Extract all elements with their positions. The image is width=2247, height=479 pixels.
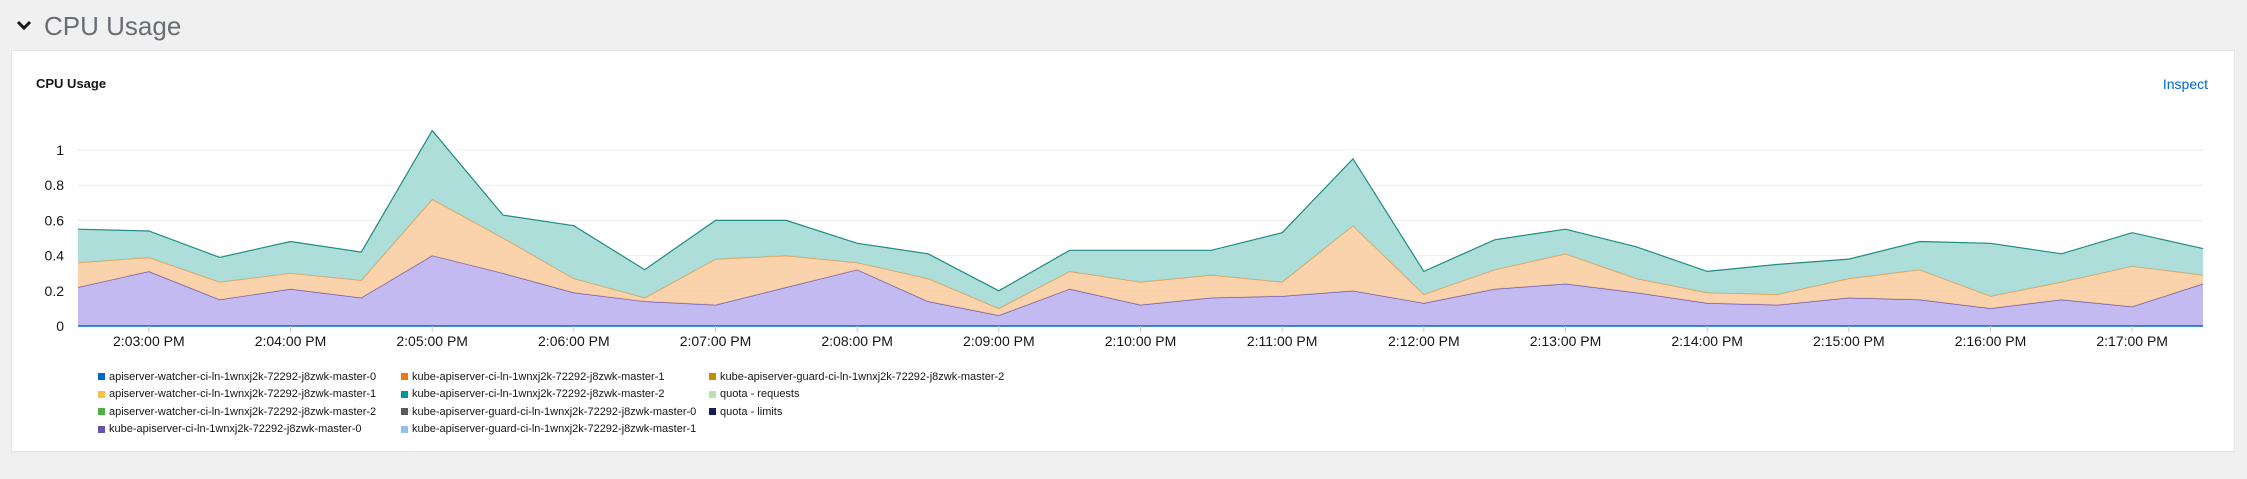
legend-swatch — [709, 373, 716, 381]
legend-label: kube-apiserver-guard-ci-ln-1wnxj2k-72292… — [412, 423, 697, 436]
legend-swatch — [401, 373, 408, 381]
y-tick-label: 0 — [56, 318, 64, 334]
legend-item[interactable]: apiserver-watcher-ci-ln-1wnxj2k-72292-j8… — [98, 403, 401, 421]
legend-label: quota - limits — [720, 405, 783, 418]
y-tick-label: 1 — [56, 142, 64, 158]
legend-item[interactable]: kube-apiserver-guard-ci-ln-1wnxj2k-72292… — [709, 368, 1129, 386]
legend-swatch — [401, 390, 408, 398]
x-tick-label: 2:12:00 PM — [1388, 333, 1460, 349]
legend-label: kube-apiserver-ci-ln-1wnxj2k-72292-j8zwk… — [412, 388, 665, 401]
section-title: CPU Usage — [44, 10, 182, 41]
legend-item[interactable]: apiserver-watcher-ci-ln-1wnxj2k-72292-j8… — [98, 368, 401, 386]
legend-label: kube-apiserver-ci-ln-1wnxj2k-72292-j8zwk… — [109, 423, 362, 436]
legend-item[interactable]: kube-apiserver-ci-ln-1wnxj2k-72292-j8zwk… — [401, 386, 709, 404]
x-tick-label: 2:06:00 PM — [538, 333, 610, 349]
section-header[interactable]: CPU Usage — [14, 8, 181, 44]
legend-item[interactable]: quota - requests — [709, 386, 1129, 404]
y-tick-label: 0.2 — [45, 283, 65, 299]
chevron-down-icon[interactable] — [14, 16, 34, 36]
cpu-usage-chart: 0 0.2 0.4 0.6 0.8 1 2:03:00 PM 2:04:00 PM 2:05:0… — [45, 129, 2204, 349]
x-tick-label: 2:10:00 PM — [1105, 333, 1177, 349]
legend-label: apiserver-watcher-ci-ln-1wnxj2k-72292-j8… — [109, 405, 377, 418]
legend-item[interactable]: kube-apiserver-guard-ci-ln-1wnxj2k-72292… — [401, 421, 709, 439]
x-tick-label: 2:14:00 PM — [1671, 333, 1743, 349]
legend-swatch — [401, 408, 408, 416]
legend-label: apiserver-watcher-ci-ln-1wnxj2k-72292-j8… — [109, 388, 377, 401]
legend-swatch — [98, 373, 105, 381]
legend-label: kube-apiserver-ci-ln-1wnxj2k-72292-j8zwk… — [412, 370, 665, 383]
legend-label: kube-apiserver-guard-ci-ln-1wnxj2k-72292… — [412, 405, 697, 418]
x-tick-label: 2:17:00 PM — [2096, 333, 2168, 349]
legend-item[interactable]: quota - limits — [709, 403, 1129, 421]
legend-item[interactable]: kube-apiserver-ci-ln-1wnxj2k-72292-j8zwk… — [401, 368, 709, 386]
x-tick-label: 2:05:00 PM — [396, 333, 468, 349]
legend-swatch — [709, 408, 716, 416]
x-tick-label: 2:08:00 PM — [821, 333, 893, 349]
legend-label: apiserver-watcher-ci-ln-1wnxj2k-72292-j8… — [109, 370, 377, 383]
x-tick-label: 2:15:00 PM — [1813, 333, 1885, 349]
chart-card: CPU Usage Inspect 0 0.2 0.4 0.6 0.8 1 2:03:00 … — [11, 50, 2235, 452]
y-tick-label: 0.4 — [45, 248, 65, 264]
legend-item[interactable]: apiserver-watcher-ci-ln-1wnxj2k-72292-j8… — [98, 386, 401, 404]
x-tick-label: 2:16:00 PM — [1955, 333, 2027, 349]
y-tick-label: 0.6 — [45, 212, 65, 228]
legend-swatch — [98, 408, 105, 416]
x-tick-label: 2:09:00 PM — [963, 333, 1035, 349]
x-tick-label: 2:11:00 PM — [1247, 333, 1318, 349]
x-tick-label: 2:13:00 PM — [1530, 333, 1602, 349]
y-tick-label: 0.8 — [45, 177, 65, 193]
legend-swatch — [401, 425, 408, 433]
x-tick-label: 2:04:00 PM — [255, 333, 327, 349]
chart-legend: apiserver-watcher-ci-ln-1wnxj2k-72292-j8… — [98, 368, 1129, 438]
legend-label: kube-apiserver-guard-ci-ln-1wnxj2k-72292… — [720, 370, 1005, 383]
legend-label: quota - requests — [720, 388, 800, 401]
legend-swatch — [98, 425, 105, 433]
legend-item[interactable]: kube-apiserver-ci-ln-1wnxj2k-72292-j8zwk… — [98, 421, 401, 439]
legend-item[interactable]: kube-apiserver-guard-ci-ln-1wnxj2k-72292… — [401, 403, 709, 421]
legend-swatch — [709, 390, 716, 398]
x-tick-label: 2:07:00 PM — [680, 333, 752, 349]
legend-swatch — [98, 390, 105, 398]
x-tick-label: 2:03:00 PM — [113, 333, 185, 349]
